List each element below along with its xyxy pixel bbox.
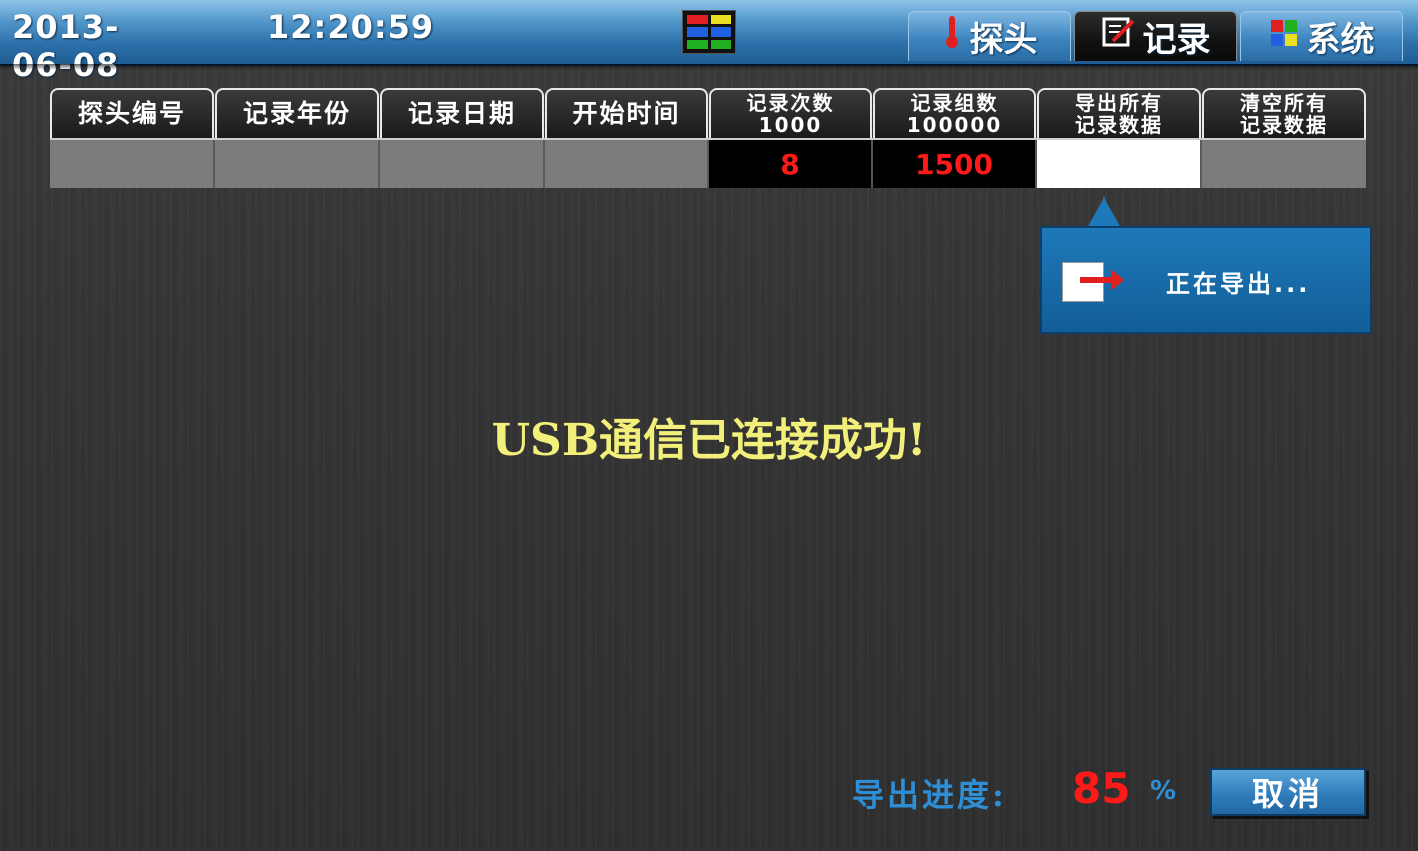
header-record-groups-label: 记录组数 <box>910 91 999 115</box>
popup-pointer-2 <box>1103 196 1121 228</box>
header-clear-all-line2: 记录数据 <box>1240 113 1328 137</box>
grid-cell-blue <box>687 27 708 37</box>
exporting-text: 正在导出... <box>1166 270 1311 298</box>
header-record-count-max: 1000 <box>758 113 823 137</box>
header-record-count-label: 记录次数 <box>746 91 835 115</box>
system-grid-icon <box>1269 17 1299 57</box>
header-export-all-line2: 记录数据 <box>1075 113 1163 137</box>
grid-cell-yellow <box>710 15 731 25</box>
header-record-year: 记录年份 <box>215 88 379 138</box>
header-record-year-label: 记录年份 <box>242 99 351 128</box>
export-progress-unit: % <box>1150 776 1177 806</box>
header-export-all: 导出所有 记录数据 <box>1037 88 1201 138</box>
time-display: 12:20:59 <box>267 8 435 46</box>
header-export-all-line1: 导出所有 <box>1075 91 1163 115</box>
header-clear-all: 清空所有 记录数据 <box>1202 88 1366 138</box>
cell-start-time[interactable] <box>545 140 709 188</box>
header-record-date: 记录日期 <box>380 88 544 138</box>
thermometer-icon <box>942 14 962 59</box>
header-record-groups: 记录组数 100000 <box>873 88 1036 138</box>
header-start-time: 开始时间 <box>545 88 708 138</box>
cancel-button-label: 取消 <box>1251 775 1324 813</box>
grid-cell-green-2 <box>710 39 731 49</box>
cell-record-date[interactable] <box>380 140 545 188</box>
cell-record-count[interactable]: 8 <box>709 140 873 188</box>
header-record-date-label: 记录日期 <box>407 99 516 128</box>
export-all-button[interactable] <box>1037 140 1202 188</box>
header-clear-all-line1: 清空所有 <box>1240 91 1328 115</box>
tab-system[interactable]: 系统 <box>1240 11 1403 61</box>
export-arrow-icon <box>1112 270 1124 290</box>
usb-status-message: USB通信已连接成功! <box>491 415 927 466</box>
export-progress-label: 导出进度: <box>852 776 1007 814</box>
record-count-value: 8 <box>780 147 800 181</box>
record-groups-value: 1500 <box>915 147 993 181</box>
header-start-time-label: 开始时间 <box>572 99 681 128</box>
header-record-groups-max: 100000 <box>906 113 1003 137</box>
cell-record-groups[interactable]: 1500 <box>873 140 1037 188</box>
header-probe-no-label: 探头编号 <box>77 99 186 128</box>
record-icon <box>1101 15 1135 58</box>
header-bar: 2013-06-08 12:20:59 探头 记录 系统 <box>0 0 1418 84</box>
tab-records-label: 记录 <box>1142 20 1211 60</box>
layout-grid-icon[interactable] <box>682 10 736 54</box>
header-probe-no: 探头编号 <box>50 88 214 138</box>
cell-probe-no[interactable] <box>50 140 215 188</box>
grid-cell-green <box>687 39 708 49</box>
date-display: 2013-06-08 <box>12 8 120 84</box>
grid-cell-blue-2 <box>710 27 731 37</box>
clear-all-button[interactable] <box>1202 140 1366 188</box>
tab-records[interactable]: 记录 <box>1074 11 1237 61</box>
header-record-count: 记录次数 1000 <box>709 88 872 138</box>
cell-record-year[interactable] <box>215 140 380 188</box>
tab-system-label: 系统 <box>1306 20 1375 60</box>
export-progress-value: 85 <box>1072 764 1131 813</box>
export-arrow-shaft <box>1080 277 1114 283</box>
tab-probe[interactable]: 探头 <box>908 11 1071 61</box>
grid-cell-red <box>687 15 708 25</box>
cancel-button[interactable]: 取消 <box>1210 768 1366 816</box>
tab-probe-label: 探头 <box>969 20 1038 60</box>
